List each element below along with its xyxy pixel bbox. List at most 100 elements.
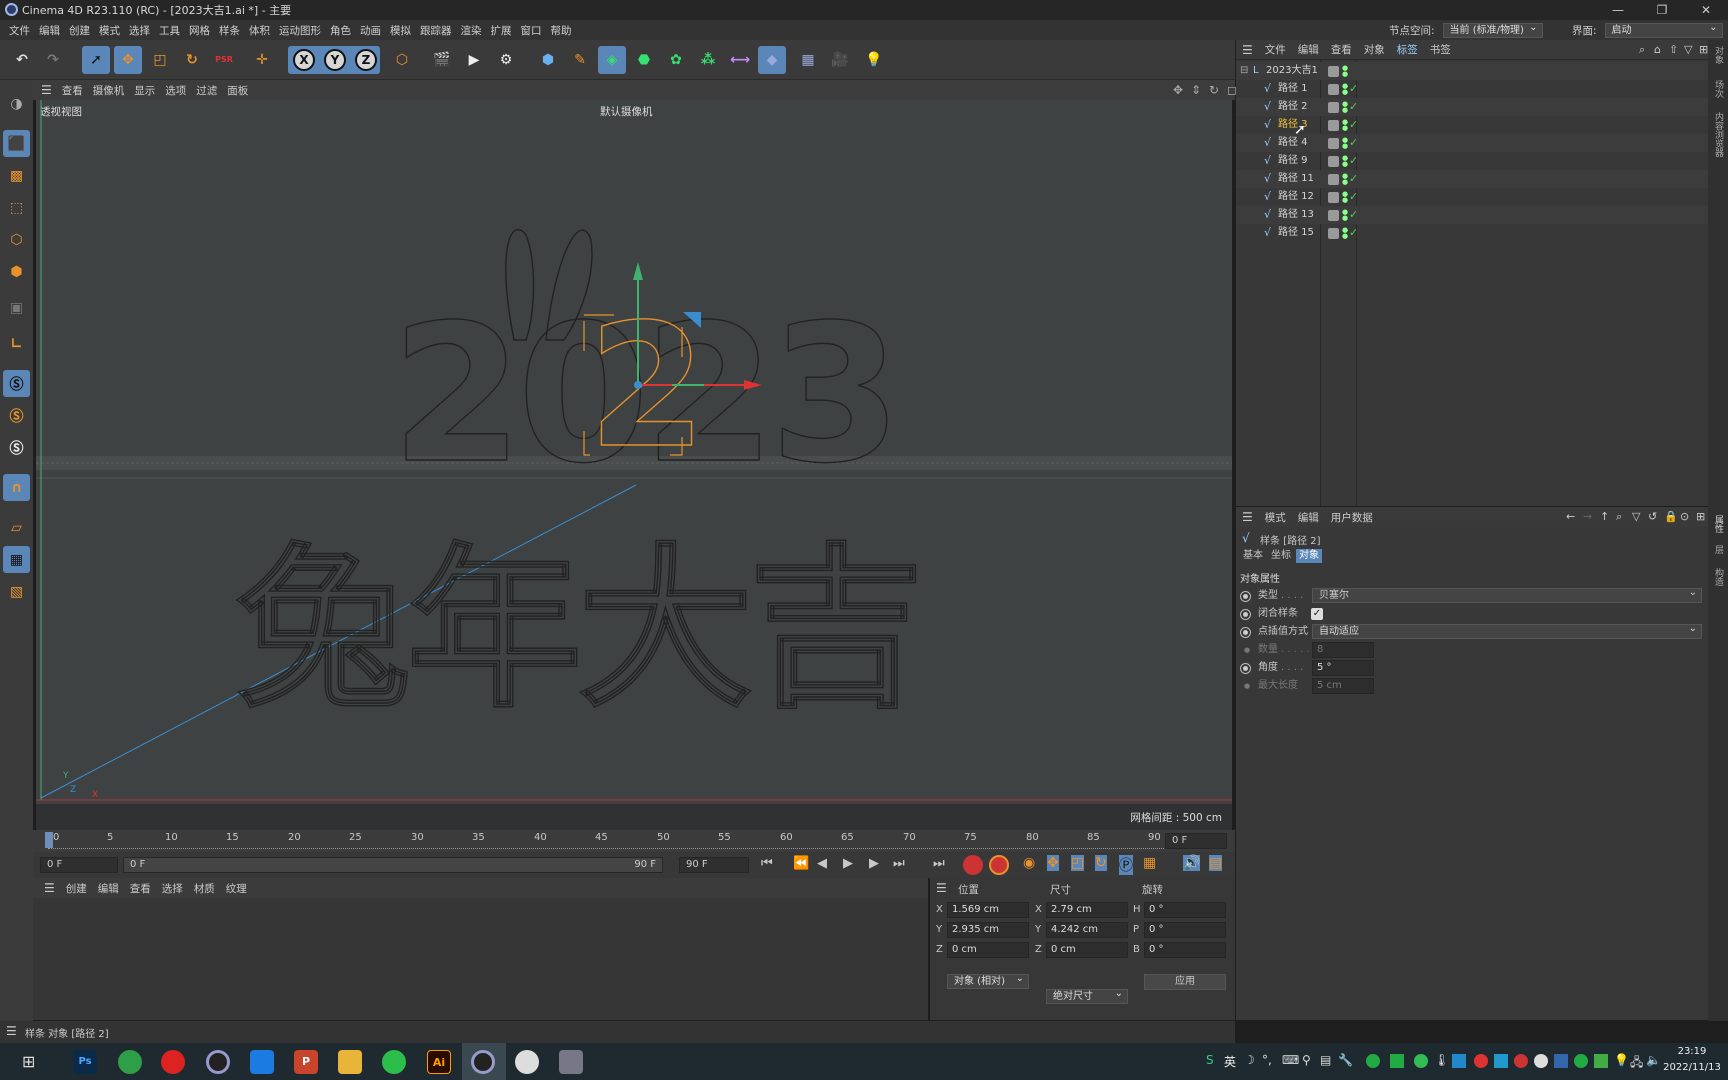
object-row[interactable]: √ 路径 1 ● ● ✓: [1236, 80, 1708, 98]
menu-animate[interactable]: 动画: [360, 23, 381, 38]
up-icon[interactable]: ⇧: [1669, 43, 1678, 56]
menu-select[interactable]: 选择: [129, 23, 150, 38]
viewport-menu-options[interactable]: 选项: [165, 83, 186, 98]
tray-app-icon[interactable]: [1554, 1054, 1568, 1068]
select-tool-icon[interactable]: ➚: [82, 46, 110, 74]
illustrator-icon[interactable]: Ai: [427, 1050, 451, 1074]
gizmo-center[interactable]: [634, 381, 642, 389]
light-icon[interactable]: 💡: [860, 46, 888, 74]
menu-help[interactable]: 帮助: [551, 23, 572, 38]
subdivision-icon[interactable]: ◈: [598, 46, 626, 74]
tab-content-browser[interactable]: 内容浏览器: [1712, 112, 1725, 157]
tray-app-icon[interactable]: [1390, 1054, 1404, 1068]
max-length-field[interactable]: 5 cm: [1312, 678, 1374, 694]
viewport-menu-view[interactable]: 查看: [62, 83, 83, 98]
hamburger-icon[interactable]: ☰: [41, 83, 52, 97]
object-menu-object[interactable]: 对象: [1364, 42, 1385, 57]
tray-temperature-icon[interactable]: 🌡: [1434, 1053, 1449, 1067]
sogou-icon[interactable]: S: [1206, 1053, 1214, 1067]
timeline-mode-icon[interactable]: 🔊: [1183, 855, 1201, 871]
quantize-icon[interactable]: Ⓢ: [3, 434, 30, 461]
floor-icon[interactable]: ▦: [794, 46, 822, 74]
tray-nvidia-icon[interactable]: [1594, 1054, 1608, 1068]
object-row[interactable]: √ 路径 9 ● ● ✓: [1236, 152, 1708, 170]
app-gray-icon[interactable]: [559, 1050, 583, 1074]
tray-app-icon[interactable]: [1494, 1054, 1508, 1068]
material-menu-edit[interactable]: 编辑: [98, 881, 119, 896]
viewport-menu-filter[interactable]: 过滤: [196, 83, 217, 98]
tab-layers[interactable]: 层: [1712, 545, 1725, 554]
clock-time[interactable]: 23:19: [1662, 1046, 1722, 1057]
menu-mode[interactable]: 模式: [99, 23, 120, 38]
enabled-check-icon[interactable]: ✓: [1349, 206, 1358, 224]
animate-radio-icon[interactable]: [1240, 591, 1251, 602]
perspective-viewport[interactable]: 透视视图 默认摄像机 2023 兔年大吉 2 Y X Z 网格间距 : 500 …: [36, 100, 1232, 830]
rotation-b-field[interactable]: 0 °: [1144, 942, 1226, 958]
position-x-field[interactable]: 1.569 cm: [947, 902, 1029, 918]
new-panel-icon[interactable]: ⊞: [1696, 510, 1705, 523]
file-explorer-icon[interactable]: [338, 1050, 362, 1074]
visibility-dots-icon[interactable]: ● ●: [1342, 155, 1348, 168]
volume-icon[interactable]: 🔈: [1646, 1053, 1661, 1067]
object-menu-tags[interactable]: 标签: [1397, 42, 1418, 57]
axis-mode-icon[interactable]: ∟: [3, 330, 30, 357]
attribute-menu-edit[interactable]: 编辑: [1298, 510, 1319, 525]
netease-music-icon[interactable]: [161, 1050, 185, 1074]
extrude-generator-icon[interactable]: ⬣: [630, 46, 658, 74]
render-view-icon[interactable]: 🎬: [428, 46, 456, 74]
up-arrow-icon[interactable]: ↑: [1600, 510, 1609, 523]
tray-bulb-icon[interactable]: 💡: [1614, 1053, 1629, 1067]
tray-app-icon[interactable]: [1574, 1054, 1588, 1068]
menu-character[interactable]: 角色: [330, 23, 351, 38]
ime-indicator[interactable]: 英: [1224, 1053, 1236, 1070]
keyboard-icon[interactable]: ⌨: [1282, 1053, 1299, 1067]
app-green-icon[interactable]: [118, 1050, 142, 1074]
axis-x-button[interactable]: X: [293, 49, 315, 71]
coordinate-system-icon[interactable]: ⬡: [388, 46, 416, 74]
previous-frame-icon[interactable]: ◀: [817, 856, 827, 871]
apply-button[interactable]: 应用: [1144, 974, 1226, 990]
filter-icon[interactable]: ▽: [1684, 43, 1692, 56]
forward-arrow-icon[interactable]: →: [1583, 510, 1592, 523]
close-icon[interactable]: ✕: [1684, 0, 1728, 20]
cube-icon[interactable]: ⬢: [534, 46, 562, 74]
uv-mode-icon[interactable]: ▣: [3, 294, 30, 321]
position-y-field[interactable]: 2.935 cm: [947, 922, 1029, 938]
texture-mode-icon[interactable]: ▩: [3, 162, 30, 189]
grid-icon[interactable]: ▦: [3, 546, 30, 573]
attribute-menu-userdata[interactable]: 用户数据: [1331, 510, 1373, 525]
material-menu-material[interactable]: 材质: [194, 881, 215, 896]
animate-radio-icon[interactable]: [1240, 663, 1251, 674]
history-icon[interactable]: ↺: [1648, 510, 1657, 523]
last-frame-icon[interactable]: ⏭: [933, 856, 945, 871]
hamburger-icon[interactable]: ☰: [936, 881, 947, 895]
object-row[interactable]: √ 路径 11 ● ● ✓: [1236, 170, 1708, 188]
camera-icon[interactable]: 🎥: [826, 46, 854, 74]
undo-icon[interactable]: ↶: [8, 46, 36, 74]
settings-icon[interactable]: ⊙: [1680, 510, 1689, 523]
size-mode-select[interactable]: 绝对尺寸: [1046, 987, 1128, 1004]
cloner-icon[interactable]: ✿: [662, 46, 690, 74]
clock-date[interactable]: 2022/11/13: [1660, 1062, 1724, 1073]
tray-app-icon[interactable]: [1366, 1054, 1380, 1068]
visibility-dots-icon[interactable]: ● ●: [1342, 173, 1348, 186]
psr-tool-icon[interactable]: PSR: [210, 46, 238, 74]
viewport-move-icon[interactable]: ✥: [1173, 83, 1183, 97]
visibility-dots-icon[interactable]: ● ●: [1342, 137, 1348, 150]
lock-icon[interactable]: 🔒: [1664, 510, 1678, 523]
model-mode-icon[interactable]: ⬛: [3, 130, 30, 157]
size-x-field[interactable]: 2.79 cm: [1046, 902, 1128, 918]
viewport-zoom-icon[interactable]: ⇕: [1191, 83, 1201, 97]
search-icon[interactable]: ⌕: [1616, 510, 1622, 524]
tray-app-icon[interactable]: [1452, 1054, 1466, 1068]
powerpoint-icon[interactable]: P: [294, 1050, 318, 1074]
render-settings-icon[interactable]: ⚙: [492, 46, 520, 74]
timeline-ruler[interactable]: 0 5 10 15 20 25 30 35 40 45 50 55 60 65 …: [33, 830, 1235, 852]
key-pla-icon[interactable]: ▦: [1143, 855, 1156, 871]
snap-settings-icon[interactable]: Ⓢ: [3, 402, 30, 429]
object-menu-bookmarks[interactable]: 书签: [1430, 42, 1451, 57]
count-field[interactable]: 8: [1312, 642, 1374, 658]
size-z-field[interactable]: 0 cm: [1046, 942, 1128, 958]
visibility-dots-icon[interactable]: ● ●: [1342, 65, 1348, 78]
type-dropdown[interactable]: 贝塞尔: [1312, 586, 1702, 603]
